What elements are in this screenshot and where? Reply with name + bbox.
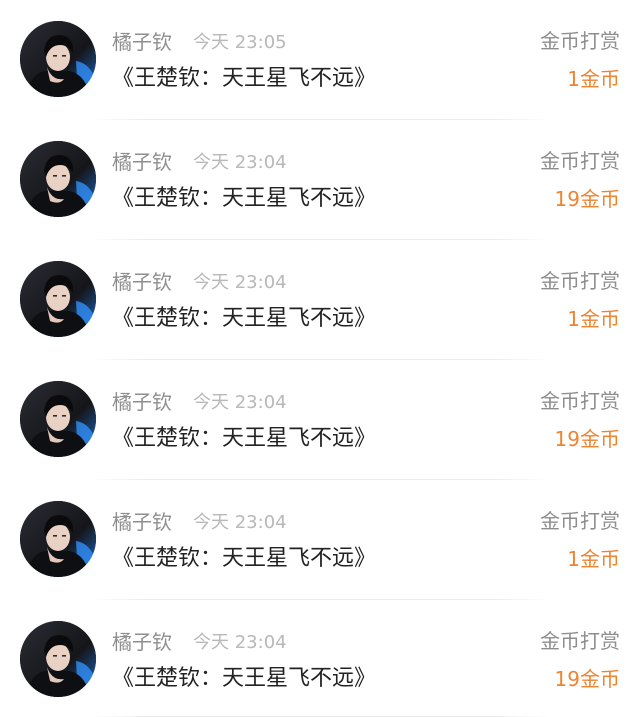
user-name[interactable]: 橘子钦 bbox=[112, 268, 172, 296]
reward-amount: 1金币 bbox=[567, 547, 620, 571]
reward-amount: 1金币 bbox=[567, 67, 620, 91]
work-title[interactable]: 《王楚钦：天王星飞不远》 bbox=[112, 663, 376, 695]
timestamp: 今天 23:04 bbox=[193, 272, 287, 293]
timestamp: 今天 23:04 bbox=[193, 632, 287, 653]
work-title[interactable]: 《王楚钦：天王星飞不远》 bbox=[112, 543, 376, 575]
reward-type: 金币打赏 bbox=[540, 29, 620, 53]
reward-record-list: 橘子钦 今天 23:05 《王楚钦：天王星飞不远》 金币打赏 1金币 橘子钦 今… bbox=[0, 0, 640, 717]
reward-amount: 19金币 bbox=[554, 667, 620, 691]
timestamp: 今天 23:04 bbox=[193, 152, 287, 173]
user-photo-avatar-icon bbox=[20, 621, 96, 697]
avatar[interactable] bbox=[20, 21, 96, 97]
work-title[interactable]: 《王楚钦：天王星飞不远》 bbox=[112, 183, 376, 215]
list-item[interactable]: 橘子钦 今天 23:04 《王楚钦：天王星飞不远》 金币打赏 19金币 bbox=[0, 120, 640, 240]
user-name[interactable]: 橘子钦 bbox=[112, 628, 172, 656]
work-title[interactable]: 《王楚钦：天王星飞不远》 bbox=[112, 423, 376, 455]
list-item[interactable]: 橘子钦 今天 23:05 《王楚钦：天王星飞不远》 金币打赏 1金币 bbox=[0, 0, 640, 120]
reward-amount: 19金币 bbox=[554, 187, 620, 211]
list-item[interactable]: 橘子钦 今天 23:04 《王楚钦：天王星飞不远》 金币打赏 1金币 bbox=[0, 480, 640, 600]
user-name[interactable]: 橘子钦 bbox=[112, 388, 172, 416]
list-item[interactable]: 橘子钦 今天 23:04 《王楚钦：天王星飞不远》 金币打赏 19金币 bbox=[0, 360, 640, 480]
reward-type: 金币打赏 bbox=[540, 269, 620, 293]
avatar[interactable] bbox=[20, 261, 96, 337]
user-photo-avatar-icon bbox=[20, 261, 96, 337]
user-name[interactable]: 橘子钦 bbox=[112, 508, 172, 536]
avatar[interactable] bbox=[20, 501, 96, 577]
timestamp: 今天 23:05 bbox=[193, 32, 287, 53]
timestamp: 今天 23:04 bbox=[193, 392, 287, 413]
reward-type: 金币打赏 bbox=[540, 149, 620, 173]
avatar[interactable] bbox=[20, 381, 96, 457]
list-item[interactable]: 橘子钦 今天 23:04 《王楚钦：天王星飞不远》 金币打赏 19金币 bbox=[0, 600, 640, 717]
reward-amount: 1金币 bbox=[567, 307, 620, 331]
reward-type: 金币打赏 bbox=[540, 509, 620, 533]
avatar[interactable] bbox=[20, 141, 96, 217]
user-photo-avatar-icon bbox=[20, 141, 96, 217]
user-photo-avatar-icon bbox=[20, 381, 96, 457]
user-photo-avatar-icon bbox=[20, 21, 96, 97]
list-item[interactable]: 橘子钦 今天 23:04 《王楚钦：天王星飞不远》 金币打赏 1金币 bbox=[0, 240, 640, 360]
user-name[interactable]: 橘子钦 bbox=[112, 148, 172, 176]
user-photo-avatar-icon bbox=[20, 501, 96, 577]
timestamp: 今天 23:04 bbox=[193, 512, 287, 533]
avatar[interactable] bbox=[20, 621, 96, 697]
reward-type: 金币打赏 bbox=[540, 389, 620, 413]
reward-amount: 19金币 bbox=[554, 427, 620, 451]
work-title[interactable]: 《王楚钦：天王星飞不远》 bbox=[112, 63, 376, 95]
work-title[interactable]: 《王楚钦：天王星飞不远》 bbox=[112, 303, 376, 335]
reward-type: 金币打赏 bbox=[540, 629, 620, 653]
user-name[interactable]: 橘子钦 bbox=[112, 28, 172, 56]
